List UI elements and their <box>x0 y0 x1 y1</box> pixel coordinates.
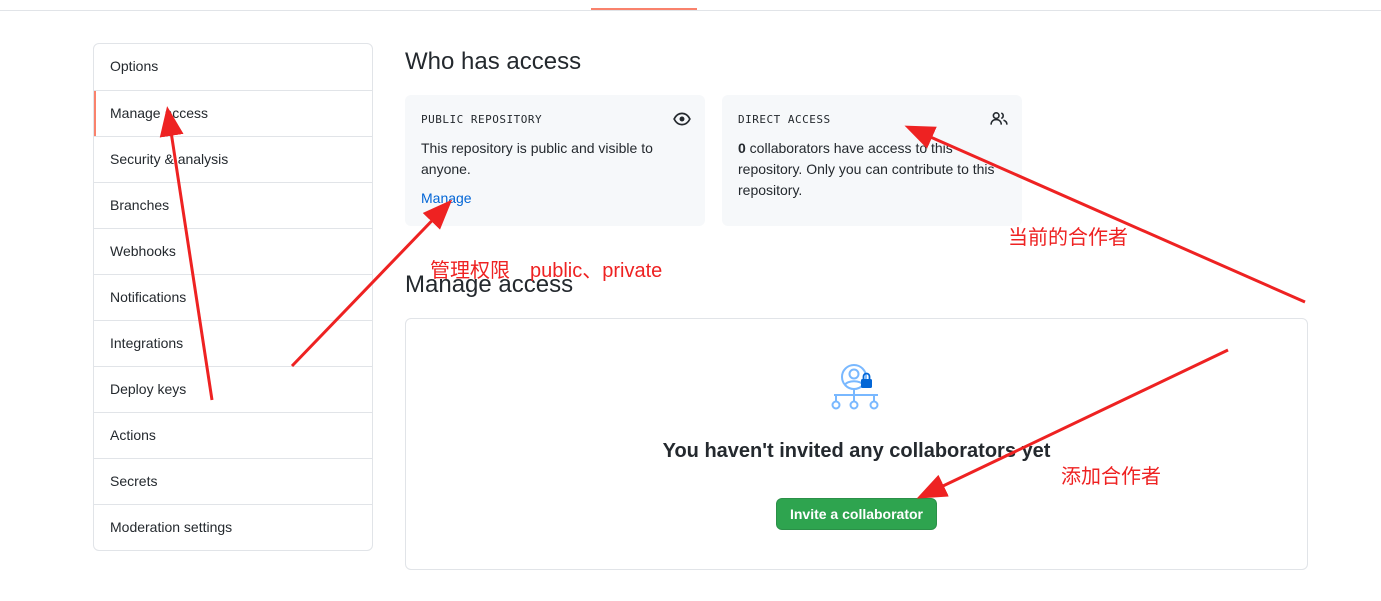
manage-visibility-link[interactable]: Manage <box>421 190 472 206</box>
people-icon <box>990 112 1008 125</box>
sidebar-item-integrations[interactable]: Integrations <box>94 320 372 366</box>
public-repository-card: PUBLIC REPOSITORY This repository is pub… <box>405 95 705 226</box>
direct-access-card: DIRECT ACCESS 0 collaborators have acces… <box>722 95 1022 226</box>
sidebar-item-deploy-keys[interactable]: Deploy keys <box>94 366 372 412</box>
collaborator-count: 0 <box>738 140 746 156</box>
sidebar-item-security-analysis[interactable]: Security & analysis <box>94 136 372 182</box>
sidebar-item-options[interactable]: Options <box>94 44 372 90</box>
settings-sidebar: Options Manage access Security & analysi… <box>93 43 373 551</box>
annotation-current-collaborators: 当前的合作者 <box>1008 227 1128 249</box>
eye-icon <box>673 112 691 126</box>
top-tab-bar <box>0 0 1381 11</box>
direct-access-label: DIRECT ACCESS <box>738 113 831 126</box>
public-repository-label: PUBLIC REPOSITORY <box>421 113 543 126</box>
person-lock-icon <box>831 364 879 410</box>
sidebar-item-branches[interactable]: Branches <box>94 182 372 228</box>
sidebar-item-moderation-settings[interactable]: Moderation settings <box>94 504 372 550</box>
active-tab-underline <box>591 8 697 10</box>
sidebar-item-secrets[interactable]: Secrets <box>94 458 372 504</box>
public-repository-description: This repository is public and visible to… <box>421 140 653 177</box>
manage-access-box: You haven't invited any collaborators ye… <box>405 318 1308 570</box>
invite-collaborator-button[interactable]: Invite a collaborator <box>776 498 937 530</box>
sidebar-item-notifications[interactable]: Notifications <box>94 274 372 320</box>
who-has-access-heading: Who has access <box>405 48 582 75</box>
sidebar-item-manage-access[interactable]: Manage access <box>94 90 372 136</box>
annotation-add-collaborator: 添加合作者 <box>1061 466 1161 488</box>
annotation-permissions: 管理权限 public、private <box>430 260 663 282</box>
no-collaborators-message: You haven't invited any collaborators ye… <box>662 440 1051 462</box>
sidebar-item-actions[interactable]: Actions <box>94 412 372 458</box>
direct-access-text: collaborators have access to this reposi… <box>738 140 995 198</box>
sidebar-item-webhooks[interactable]: Webhooks <box>94 228 372 274</box>
direct-access-description: 0 collaborators have access to this repo… <box>738 138 1006 201</box>
